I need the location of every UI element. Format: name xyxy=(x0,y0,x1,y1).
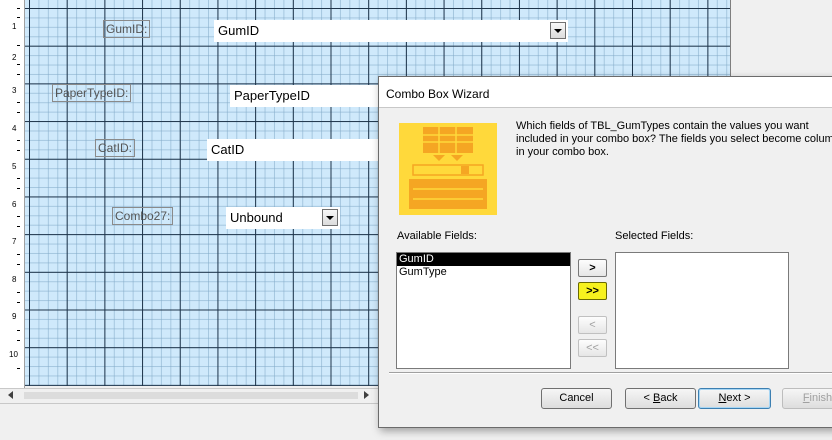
catid-label[interactable]: CatID: xyxy=(95,139,136,157)
selected-fields-label: Selected Fields: xyxy=(615,230,694,242)
next-button[interactable]: Next > xyxy=(698,388,771,409)
ruler-number: 5 xyxy=(12,162,17,171)
gumid-combo[interactable]: GumID xyxy=(214,20,568,42)
back-button[interactable]: < Back xyxy=(625,388,696,409)
ruler-number: 2 xyxy=(12,53,17,62)
chevron-down-icon[interactable] xyxy=(322,209,338,226)
chevron-down-icon[interactable] xyxy=(550,22,566,39)
remove-field-button[interactable]: < xyxy=(578,316,607,334)
horizontal-scrollbar[interactable] xyxy=(0,388,378,404)
scroll-thumb[interactable] xyxy=(24,392,358,399)
combo-box-wizard-dialog: Combo Box Wizard Which fields of TBL_Gum… xyxy=(378,76,832,428)
list-item[interactable]: GumType xyxy=(397,266,570,279)
gumid-label[interactable]: GumID: xyxy=(103,20,151,38)
ruler-number: 8 xyxy=(12,275,17,284)
dialog-title: Combo Box Wizard xyxy=(386,87,490,101)
available-fields-label: Available Fields: xyxy=(397,230,477,242)
ruler-number: 4 xyxy=(12,124,17,133)
ruler-number: 3 xyxy=(12,86,17,95)
combo27-label[interactable]: Combo27: xyxy=(112,207,174,225)
combo27-combo-value: Unbound xyxy=(230,210,283,225)
ruler-number: 10 xyxy=(9,350,18,359)
papertypeid-label[interactable]: PaperTypeID: xyxy=(52,84,132,102)
status-area xyxy=(0,404,380,440)
scroll-right-icon[interactable] xyxy=(364,391,369,399)
selected-fields-listbox[interactable] xyxy=(615,252,789,369)
catid-textbox[interactable]: CatID xyxy=(207,139,379,161)
ruler-number: 7 xyxy=(12,237,17,246)
ruler-number: 9 xyxy=(12,312,17,321)
combo27-combo[interactable]: Unbound xyxy=(226,207,340,229)
gumid-combo-value: GumID xyxy=(218,23,260,38)
add-field-button[interactable]: > xyxy=(578,259,607,277)
papertypeid-textbox[interactable]: PaperTypeID xyxy=(230,85,380,107)
dialog-body: Which fields of TBL_GumTypes contain the… xyxy=(379,107,832,427)
dialog-separator xyxy=(389,372,832,374)
wizard-prompt-text: Which fields of TBL_GumTypes contain the… xyxy=(516,120,832,158)
wizard-illustration-icon xyxy=(399,123,497,215)
available-fields-listbox[interactable]: GumID GumType xyxy=(396,252,571,369)
finish-button[interactable]: Finish xyxy=(782,388,832,409)
cancel-button[interactable]: Cancel xyxy=(541,388,612,409)
ruler-number: 6 xyxy=(12,200,17,209)
list-item[interactable]: GumID xyxy=(397,253,570,266)
vertical-ruler: 1 2 3 4 5 6 7 8 9 10 xyxy=(0,0,25,390)
add-all-fields-button[interactable]: >> xyxy=(578,282,607,300)
remove-all-fields-button[interactable]: << xyxy=(578,339,607,357)
ruler-number: 1 xyxy=(12,22,17,31)
scroll-left-icon[interactable] xyxy=(8,391,13,399)
